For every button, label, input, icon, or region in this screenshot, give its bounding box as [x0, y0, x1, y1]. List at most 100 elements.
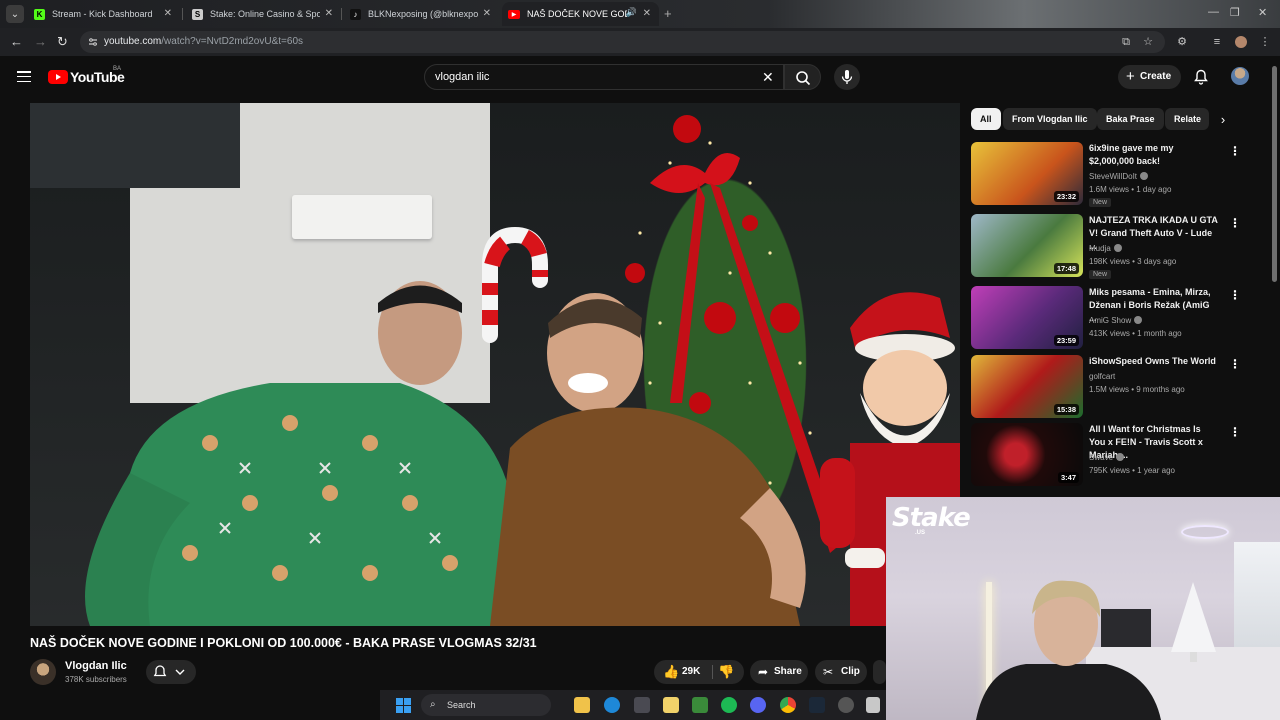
chip-related[interactable]: Relate	[1165, 108, 1209, 130]
subscription-bell-button[interactable]	[146, 660, 196, 684]
channel-name[interactable]: Vlogdan Ilic	[65, 660, 127, 672]
browser-tab-tiktok[interactable]: ♪ BLKNexposing (@blknexposing) ✕	[344, 2, 499, 26]
video-frame-air-conditioner	[292, 195, 432, 239]
file-explorer-icon[interactable]	[574, 697, 590, 713]
recommendation-channel[interactable]: SteveWillDoIt	[1089, 172, 1149, 181]
video-thumbnail[interactable]: 15:38	[971, 355, 1083, 418]
recommendation-title[interactable]: iShowSpeed Owns The World	[1089, 355, 1219, 368]
chrome-icon[interactable]	[780, 697, 796, 713]
window-close-icon[interactable]: ✕	[1258, 6, 1267, 19]
recommendation-item[interactable]: 23:59 Miks pesama - Emina, Mirza, Dženan…	[971, 286, 1261, 350]
browser-tab-kick[interactable]: K Stream - Kick Dashboard ✕	[28, 2, 180, 26]
extensions-icon[interactable]: ⚙	[1176, 36, 1188, 48]
bookmark-star-icon[interactable]: ☆	[1142, 36, 1154, 48]
share-button[interactable]: ➦ Share	[750, 660, 808, 684]
chip-from-channel[interactable]: From Vlogdan Ilic	[1003, 108, 1097, 130]
xbox-icon[interactable]	[692, 697, 708, 713]
recommendation-channel[interactable]: AmiG Show	[1089, 316, 1143, 325]
steam-icon[interactable]	[809, 697, 825, 713]
discord-icon[interactable]	[750, 697, 766, 713]
tab-search-button[interactable]: ⌄	[6, 5, 24, 23]
duration-badge: 17:48	[1053, 263, 1079, 274]
video-thumbnail[interactable]: 23:59	[971, 286, 1083, 349]
youtube-play-icon	[48, 70, 68, 84]
video-thumbnail[interactable]: 17:48	[971, 214, 1083, 277]
webcam-streamer	[976, 580, 1161, 720]
recommendation-item[interactable]: 23:32 6ix9ine gave me my $2,000,000 back…	[971, 142, 1261, 207]
media-control-icon[interactable]: ≡	[1211, 36, 1223, 48]
share-arrow-icon: ➦	[758, 665, 769, 679]
maximize-icon[interactable]: ❐	[1230, 6, 1240, 19]
search-input[interactable]: vlogdan ilic	[424, 64, 784, 90]
recommendation-item[interactable]: 3:47 All I Want for Christmas Is You x F…	[971, 423, 1261, 487]
taskbar-search[interactable]: ⌕ Search	[421, 694, 551, 716]
forward-icon[interactable]: →	[34, 34, 47, 49]
recommendation-channel[interactable]: Mudja	[1089, 244, 1122, 253]
chip-all[interactable]: All	[971, 108, 1001, 130]
clip-button[interactable]: ✂ Clip	[815, 660, 867, 684]
recommendation-channel[interactable]: Swave	[1089, 453, 1125, 462]
search-button[interactable]	[784, 64, 821, 90]
profile-avatar[interactable]	[1235, 36, 1247, 48]
chip-baka-prase[interactable]: Baka Prase	[1097, 108, 1164, 130]
browser-menu-icon[interactable]: ⋮	[1259, 36, 1271, 48]
account-avatar[interactable]	[1231, 67, 1249, 85]
menu-icon[interactable]	[17, 71, 31, 83]
edge-icon[interactable]	[604, 697, 620, 713]
bell-icon	[153, 665, 185, 677]
back-icon[interactable]: ←	[10, 34, 23, 49]
video-thumbnail[interactable]: 23:32	[971, 142, 1083, 205]
more-options-icon[interactable]: ⋮	[1229, 216, 1241, 230]
close-icon[interactable]: ✕	[325, 8, 333, 19]
verified-icon	[1134, 316, 1143, 324]
browser-tab-stake[interactable]: S Stake: Online Casino & Sports ✕	[186, 2, 341, 26]
close-icon[interactable]: ✕	[164, 8, 172, 19]
video-thumbnail[interactable]: 3:47	[971, 423, 1083, 486]
recommendation-title[interactable]: 6ix9ine gave me my $2,000,000 back!	[1089, 142, 1219, 168]
thumbs-down-icon[interactable]: 👎	[718, 660, 734, 684]
create-button[interactable]: + Create	[1118, 65, 1181, 89]
channel-avatar[interactable]	[30, 659, 56, 685]
minimize-icon[interactable]: —	[1208, 6, 1219, 18]
address-bar[interactable]: youtube.com/watch?v=NvtD2md2ovU&t=60s	[80, 31, 1165, 53]
app-icon[interactable]	[866, 697, 880, 713]
search-icon: ⌕	[430, 699, 436, 710]
more-options-icon[interactable]: ⋮	[1229, 288, 1241, 302]
obs-icon[interactable]	[838, 697, 854, 713]
more-options-icon[interactable]: ⋮	[1229, 425, 1241, 439]
browser-tab-youtube[interactable]: ▶ NAŠ DOČEK NOVE GODINE 🔊 ✕	[502, 2, 659, 26]
page-scrollbar[interactable]	[1272, 66, 1277, 282]
spotify-icon[interactable]	[721, 697, 737, 713]
install-app-icon[interactable]: ⧉	[1120, 36, 1132, 48]
notes-app-icon[interactable]	[663, 697, 679, 713]
close-icon[interactable]: ✕	[483, 8, 491, 19]
subscriber-count: 378K subscribers	[65, 675, 127, 684]
video-player[interactable]	[30, 103, 960, 626]
recommendation-item[interactable]: 17:48 NAJTEZA TRKA IKADA U GTA V! Grand …	[971, 214, 1261, 279]
new-tab-button[interactable]: +	[664, 6, 672, 21]
clear-search-icon[interactable]: ✕	[762, 69, 774, 86]
close-icon[interactable]: ✕	[643, 8, 651, 19]
recommendation-channel[interactable]: golfcart	[1089, 372, 1115, 381]
chevron-right-icon[interactable]: ›	[1212, 112, 1234, 128]
search-icon	[796, 71, 811, 86]
youtube-logo[interactable]: YouTube BA	[48, 66, 125, 85]
youtube-icon: ▶	[508, 9, 520, 19]
reload-icon[interactable]: ↻	[57, 34, 68, 50]
windows-start-icon[interactable]	[396, 698, 411, 713]
like-count[interactable]: 29K	[682, 660, 700, 684]
more-options-icon[interactable]: ⋮	[1229, 144, 1241, 158]
stake-logo: Stake	[892, 503, 971, 533]
more-options-icon[interactable]: ⋮	[1229, 357, 1241, 371]
thumbs-up-icon[interactable]: 👍	[663, 660, 679, 684]
recommendation-item[interactable]: 15:38 iShowSpeed Owns The World golfcart…	[971, 355, 1261, 419]
more-actions-button[interactable]	[873, 660, 886, 684]
voice-search-button[interactable]	[834, 64, 860, 90]
speaker-icon[interactable]: 🔊	[626, 7, 637, 18]
divider	[712, 665, 713, 679]
notifications-bell-icon[interactable]	[1194, 69, 1208, 85]
site-info-icon[interactable]	[88, 37, 98, 47]
store-icon[interactable]	[634, 697, 650, 713]
recommendation-meta: 1.5M views • 9 months ago	[1089, 385, 1185, 394]
new-badge: New	[1089, 198, 1112, 207]
